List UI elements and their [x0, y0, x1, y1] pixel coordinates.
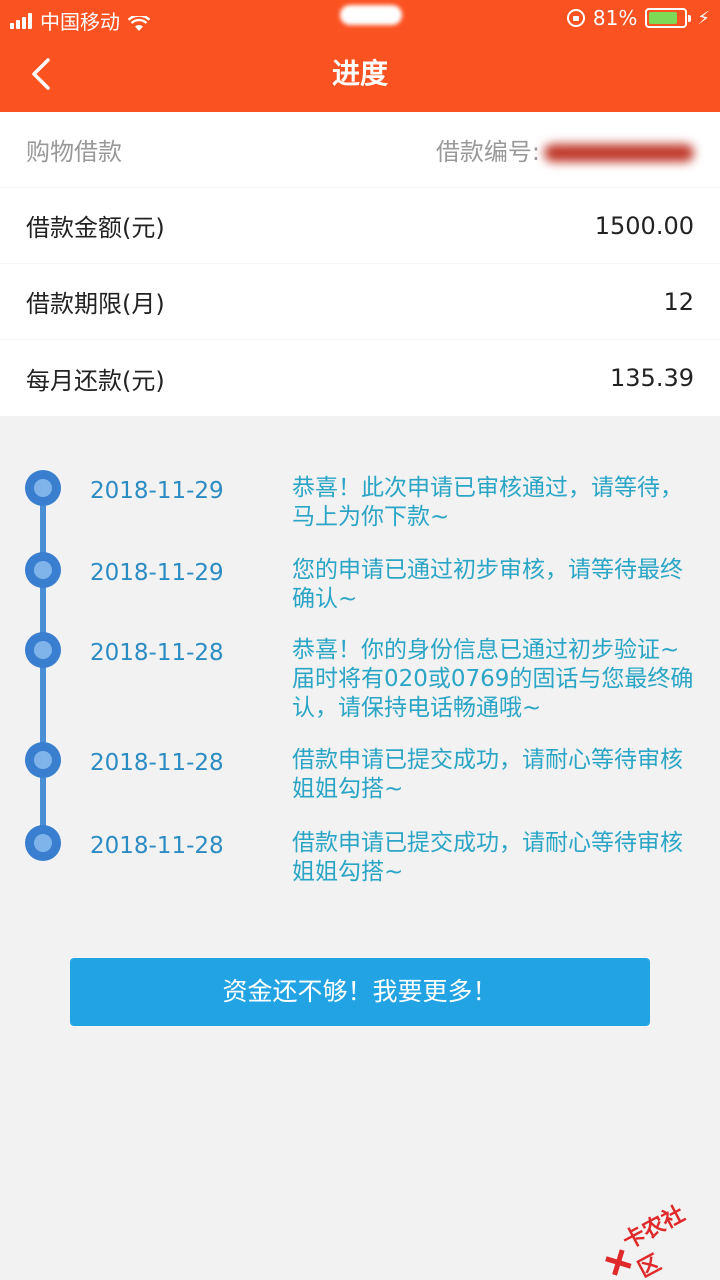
- loan-amount-row: 借款金额(元) 1500.00: [0, 188, 720, 264]
- timeline-date: 2018-11-28: [90, 750, 224, 776]
- battery-icon: [645, 8, 692, 28]
- header-bar: 中国移动 81% ⚡ 进度: [0, 0, 720, 112]
- monthly-payment-row: 每月还款(元) 135.39: [0, 340, 720, 416]
- loan-type: 购物借款: [26, 138, 122, 166]
- timeline-message: 您的申请已通过初步审核，请等待最终确认~: [292, 557, 683, 612]
- timeline-date: 2018-11-28: [90, 640, 224, 666]
- timeline-message: 恭喜！你的身份信息已通过初步验证~届时将有020或0769的固话与您最终确认，请…: [292, 637, 694, 721]
- monthly-payment-label: 每月还款(元): [26, 366, 165, 395]
- rotation-lock-icon: [566, 9, 585, 27]
- timeline-message: 借款申请已提交成功，请耐心等待审核姐姐勾搭~: [292, 830, 683, 885]
- timeline-message: 借款申请已提交成功，请耐心等待审核姐姐勾搭~: [292, 747, 683, 802]
- more-funds-button[interactable]: 资金还不够！我要更多！: [70, 958, 650, 1026]
- timeline-date: 2018-11-29: [90, 478, 224, 504]
- carrier-label: 中国移动: [40, 10, 120, 34]
- loan-term-row: 借款期限(月) 12: [0, 264, 720, 340]
- loan-term-value: 12: [663, 287, 694, 316]
- watermark-logo: 卡农社区: [596, 1197, 715, 1280]
- loan-number-label: 借款编号:: [435, 138, 540, 166]
- status-time-redacted: [340, 5, 402, 25]
- timeline-dot-icon: [25, 742, 61, 778]
- loan-amount-label: 借款金额(元): [26, 214, 165, 242]
- signal-icon: [10, 12, 34, 29]
- timeline-date: 2018-11-28: [90, 833, 224, 859]
- loan-number: 借款编号:: [436, 132, 694, 167]
- timeline-message: 恭喜！此次申请已审核通过，请等待，马上为你下款~: [292, 475, 683, 530]
- timeline-dot-icon: [25, 825, 61, 861]
- loan-amount-value: 1500.00: [594, 211, 694, 240]
- timeline-date: 2018-11-29: [90, 560, 224, 586]
- charging-icon: ⚡: [697, 7, 710, 29]
- page-title: 进度: [331, 57, 388, 90]
- monthly-payment-value: 135.39: [610, 364, 694, 392]
- timeline-dot-icon: [25, 552, 61, 588]
- wifi-icon: [127, 13, 151, 31]
- timeline-dot-icon: [25, 470, 61, 506]
- battery-percent: 81%: [592, 6, 638, 30]
- loan-term-label: 借款期限(月): [26, 290, 165, 318]
- loan-type-row: 购物借款 借款编号:: [0, 112, 720, 188]
- loan-info-card: 购物借款 借款编号: 借款金额(元) 1500.00 借款期限(月) 12 每月…: [0, 112, 720, 416]
- status-bar: 中国移动 81% ⚡: [0, 0, 720, 36]
- loan-number-redacted: [544, 144, 694, 162]
- timeline-dot-icon: [25, 632, 61, 668]
